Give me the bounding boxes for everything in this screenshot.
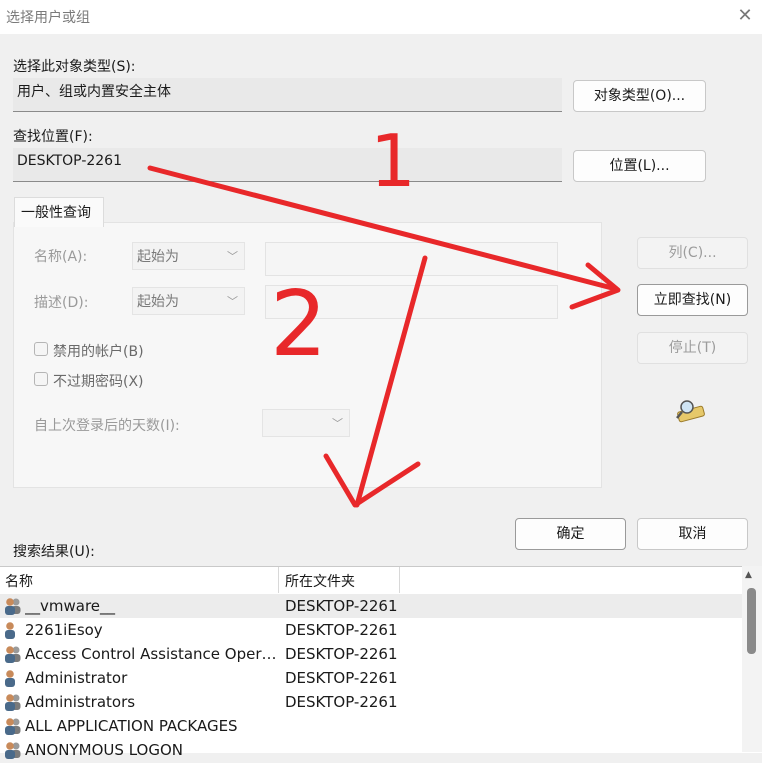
red-annotation-overlay bbox=[147, 165, 621, 508]
annotation-mark-1: 1 bbox=[370, 119, 416, 203]
annotation-mark-2: 2 bbox=[270, 272, 328, 377]
annotation-arrowhead-2 bbox=[323, 453, 421, 508]
